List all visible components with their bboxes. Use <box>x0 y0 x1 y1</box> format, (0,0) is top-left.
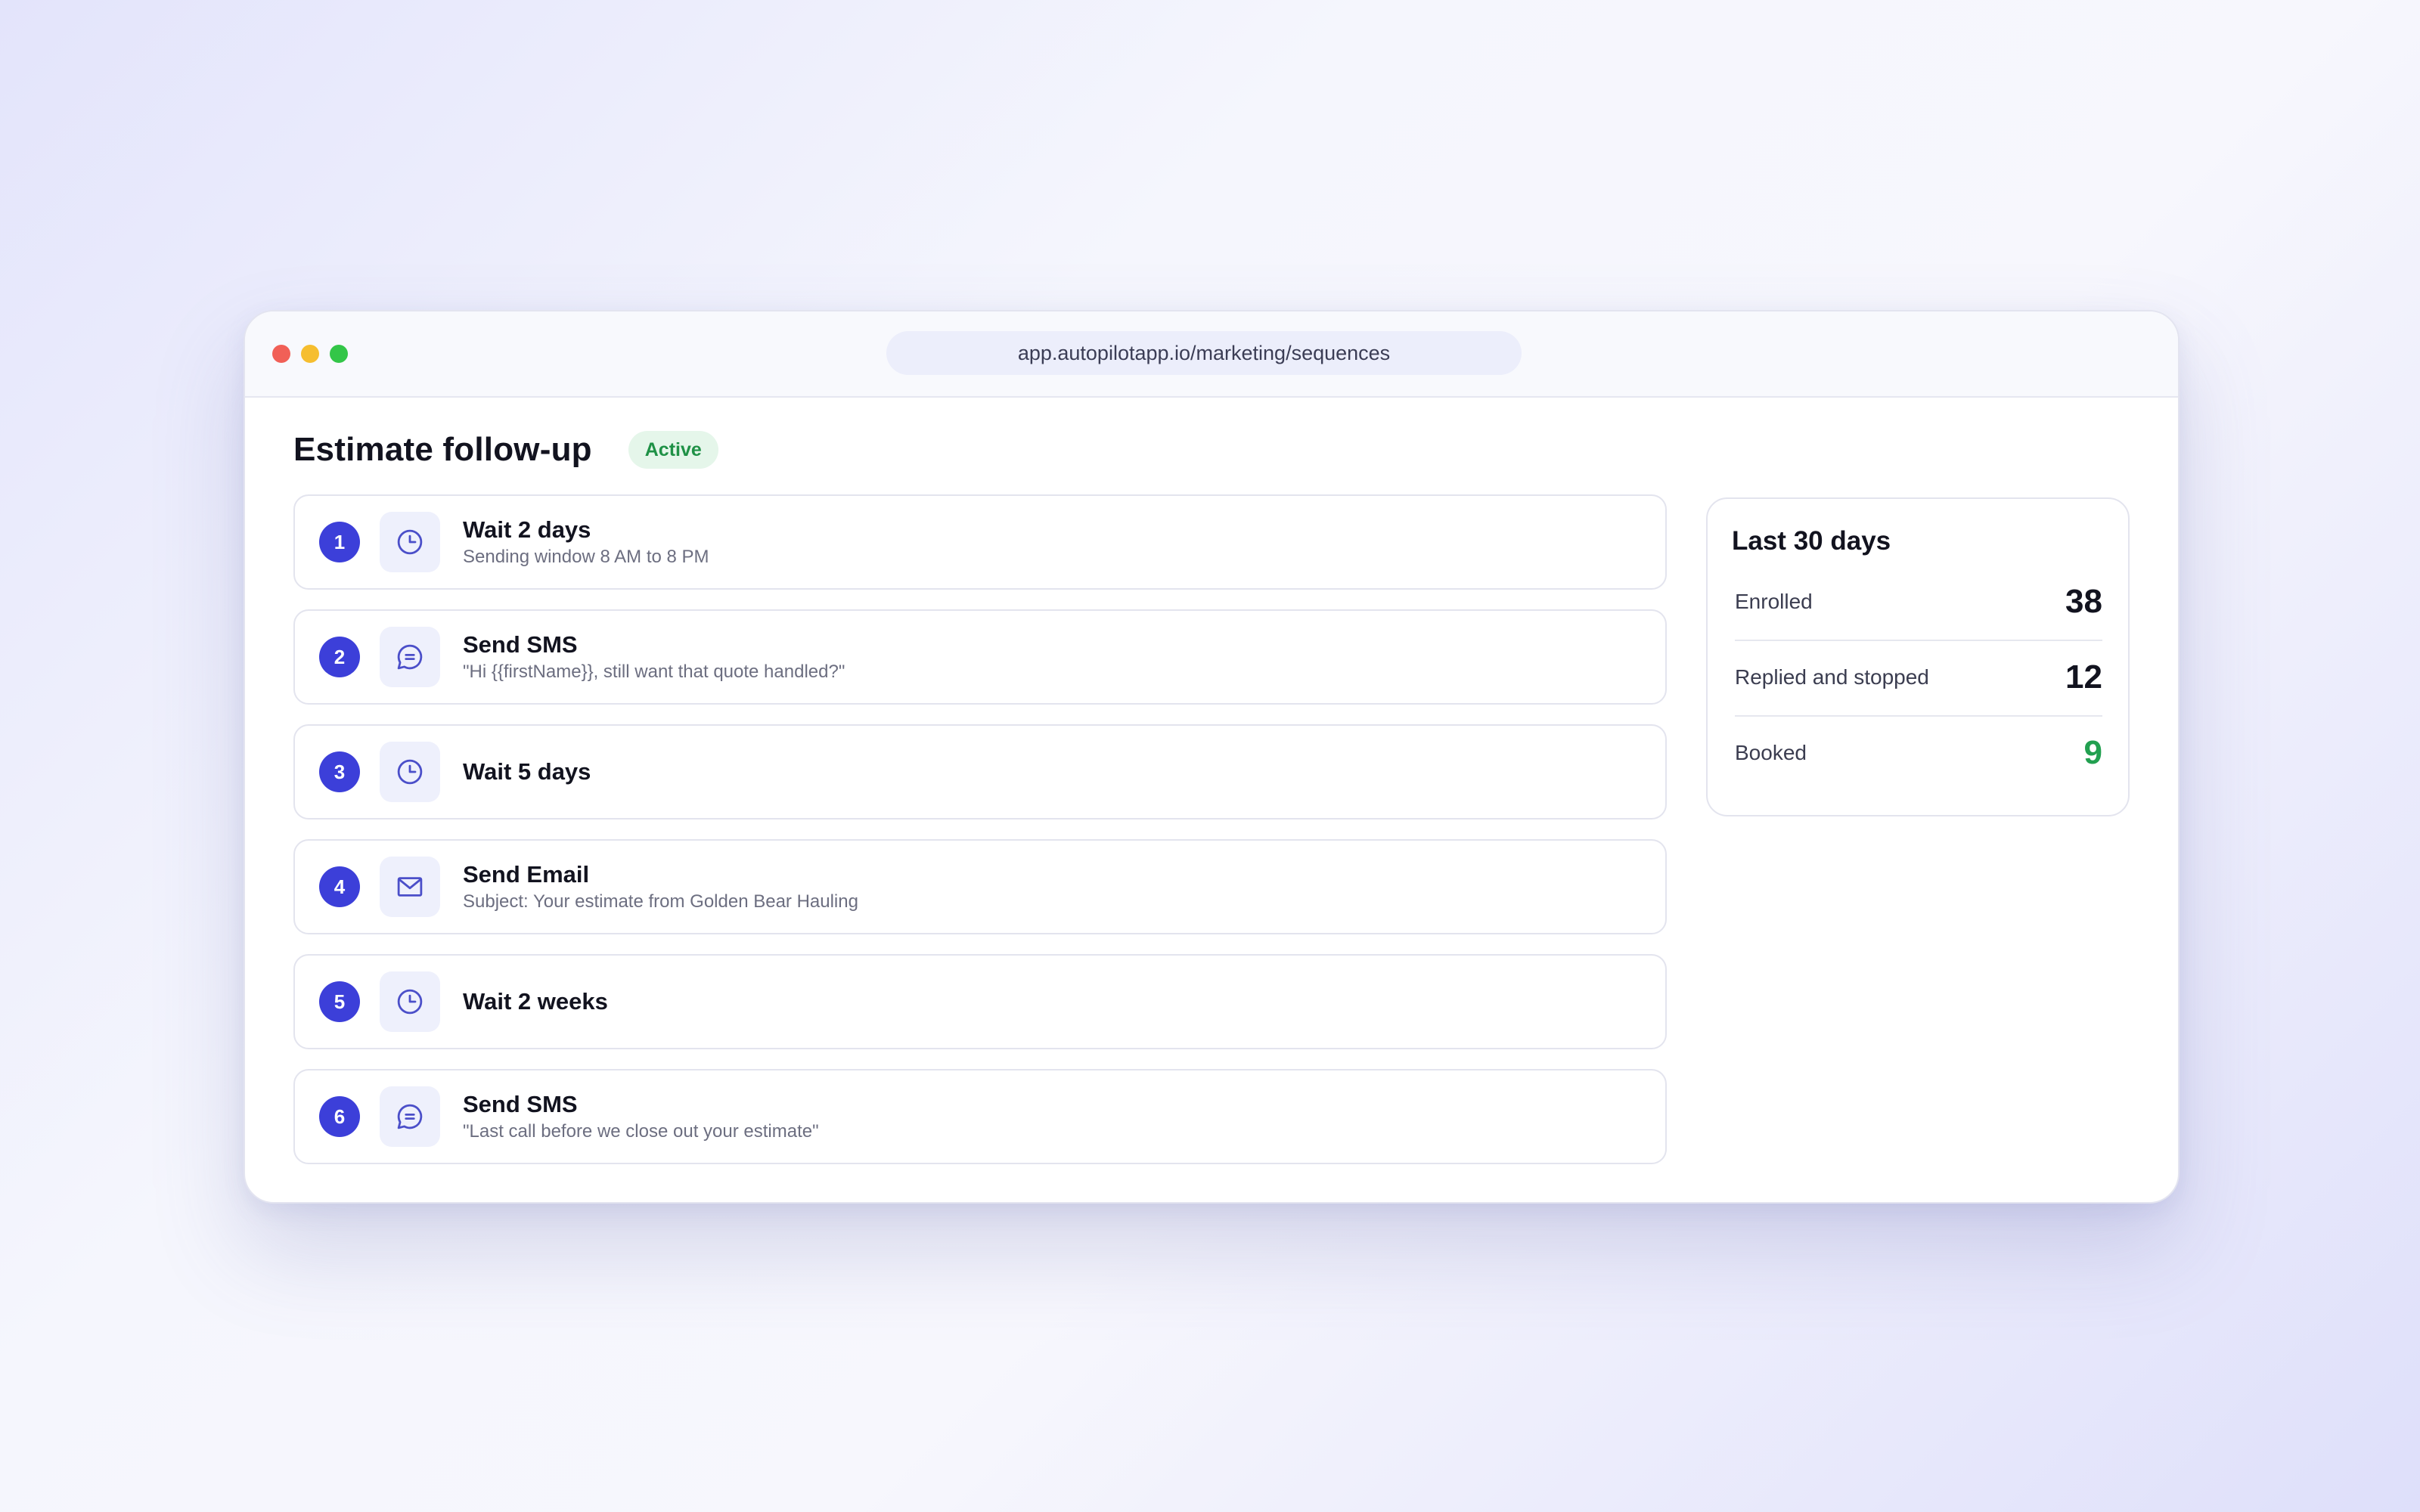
minimize-window-button[interactable] <box>301 345 319 363</box>
step-text: Wait 2 weeks <box>463 988 608 1015</box>
sequence-step[interactable]: 3 Wait 5 days <box>293 724 1667 820</box>
sms-icon <box>380 1086 440 1147</box>
close-window-button[interactable] <box>272 345 290 363</box>
step-number: 4 <box>319 866 360 907</box>
sms-icon <box>380 627 440 687</box>
step-number: 1 <box>319 522 360 562</box>
sequence-step[interactable]: 2 Send SMS "Hi {{firstName}}, still want… <box>293 609 1667 705</box>
stat-value: 38 <box>2065 583 2102 620</box>
stat-row-enrolled: Enrolled 38 <box>1735 564 2102 641</box>
stat-value: 12 <box>2065 658 2102 696</box>
clock-icon <box>380 742 440 802</box>
maximize-window-button[interactable] <box>330 345 348 363</box>
sequence-step[interactable]: 5 Wait 2 weeks <box>293 954 1667 1049</box>
mail-icon <box>380 857 440 917</box>
sequence-step[interactable]: 4 Send Email Subject: Your estimate from… <box>293 839 1667 934</box>
step-number: 3 <box>319 751 360 792</box>
address-bar[interactable]: app.autopilotapp.io/marketing/sequences <box>886 331 1522 375</box>
step-title: Wait 5 days <box>463 758 591 785</box>
step-text: Send Email Subject: Your estimate from G… <box>463 861 858 912</box>
step-subtitle: "Hi {{firstName}}, still want that quote… <box>463 662 845 682</box>
step-text: Wait 5 days <box>463 758 591 785</box>
page-header: Estimate follow-up Active <box>293 431 718 469</box>
step-title: Wait 2 weeks <box>463 988 608 1015</box>
step-subtitle: Sending window 8 AM to 8 PM <box>463 547 709 567</box>
stat-label: Booked <box>1735 741 1807 764</box>
stat-label: Replied and stopped <box>1735 665 1929 689</box>
browser-window: app.autopilotapp.io/marketing/sequences … <box>244 310 2180 1204</box>
stat-row-replied: Replied and stopped 12 <box>1735 640 2102 717</box>
step-title: Send Email <box>463 861 590 888</box>
stat-row-booked: Booked 9 <box>1735 715 2102 791</box>
clock-icon <box>380 971 440 1032</box>
stats-panel: Last 30 days Enrolled 38 Replied and sto… <box>1706 497 2130 816</box>
step-title: Send SMS <box>463 1091 578 1117</box>
step-number: 5 <box>319 981 360 1022</box>
step-text: Send SMS "Hi {{firstName}}, still want t… <box>463 631 845 683</box>
step-title: Send SMS <box>463 631 578 658</box>
step-title: Wait 2 days <box>463 516 591 543</box>
step-subtitle: Subject: Your estimate from Golden Bear … <box>463 891 858 912</box>
browser-titlebar: app.autopilotapp.io/marketing/sequences <box>245 311 2178 398</box>
sequence-steps-list: 1 Wait 2 days Sending window 8 AM to 8 P… <box>293 494 1667 1184</box>
sequence-step[interactable]: 1 Wait 2 days Sending window 8 AM to 8 P… <box>293 494 1667 590</box>
step-text: Send SMS "Last call before we close out … <box>463 1091 819 1142</box>
clock-icon <box>380 512 440 572</box>
stat-label: Enrolled <box>1735 590 1813 613</box>
stat-value: 9 <box>2083 734 2102 771</box>
status-badge: Active <box>628 431 718 469</box>
step-number: 2 <box>319 637 360 677</box>
page-title: Estimate follow-up <box>293 431 592 468</box>
step-text: Wait 2 days Sending window 8 AM to 8 PM <box>463 516 709 568</box>
stats-title: Last 30 days <box>1732 526 1891 556</box>
step-subtitle: "Last call before we close out your esti… <box>463 1121 819 1142</box>
sequence-step[interactable]: 6 Send SMS "Last call before we close ou… <box>293 1069 1667 1164</box>
step-number: 6 <box>319 1096 360 1137</box>
